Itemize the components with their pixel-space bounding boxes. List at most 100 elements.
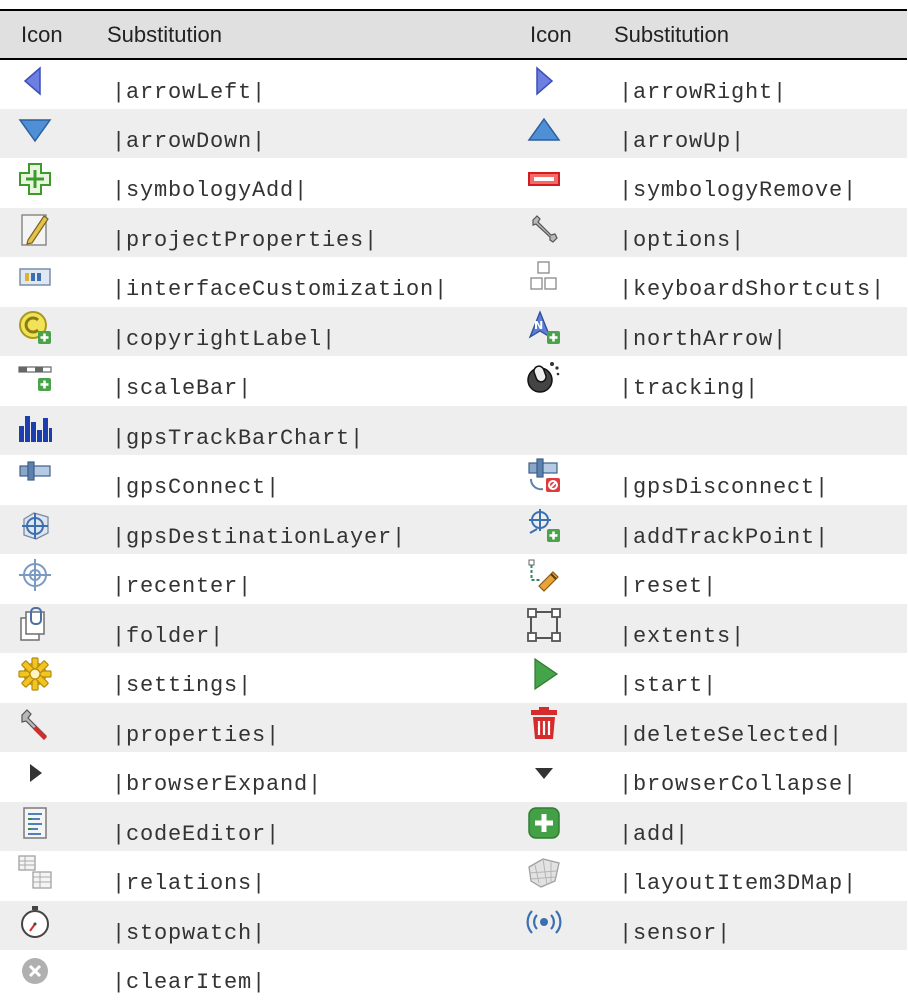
- sensor-icon: [525, 903, 563, 941]
- gps-connect-icon: [16, 457, 54, 495]
- icon-cell: [0, 356, 91, 406]
- symbology-add-icon: [16, 160, 54, 198]
- substitution-table: Icon Substitution Icon Substitution |arr…: [0, 9, 907, 1000]
- gps-destination-layer-icon: [16, 507, 54, 545]
- scale-bar-icon: [16, 358, 54, 396]
- icon-cell: [509, 703, 598, 753]
- icon-cell: [0, 851, 91, 901]
- substitution-cell: |scaleBar|: [91, 356, 509, 406]
- substitution-cell: |gpsDestinationLayer|: [91, 505, 509, 555]
- substitution-cell: |projectProperties|: [91, 208, 509, 258]
- substitution-code: |clearItem|: [112, 970, 267, 995]
- substitution-cell: |keyboardShortcuts|: [598, 257, 907, 307]
- icon-cell: [509, 604, 598, 654]
- substitution-cell: |relations|: [91, 851, 509, 901]
- icon-cell: [509, 59, 598, 109]
- project-properties-icon: [16, 210, 54, 248]
- substitution-cell: |gpsTrackBarChart|: [91, 406, 509, 456]
- substitution-cell: |deleteSelected|: [598, 703, 907, 753]
- substitution-code: |scaleBar|: [112, 376, 253, 401]
- substitution-cell: |reset|: [598, 554, 907, 604]
- substitution-cell: |copyrightLabel|: [91, 307, 509, 357]
- substitution-code: |arrowRight|: [619, 80, 788, 105]
- substitution-cell: [598, 406, 907, 456]
- table-row: |copyrightLabel| N |northArrow|: [0, 306, 907, 357]
- folder-icon: [16, 606, 54, 644]
- substitution-code: |browserExpand|: [112, 772, 323, 797]
- substitution-code: |symbologyAdd|: [112, 178, 309, 203]
- table-row: |folder| |extents|: [0, 603, 907, 654]
- table-row: |codeEditor| |add|: [0, 801, 907, 852]
- icon-cell: [0, 109, 91, 159]
- tracking-icon: [525, 358, 563, 396]
- table-row: |recenter| |reset|: [0, 554, 907, 604]
- stopwatch-icon: [16, 903, 54, 941]
- substitution-code: |extents|: [619, 623, 746, 649]
- substitution-code: |reset|: [619, 574, 718, 599]
- header-icon-left: Icon: [21, 21, 63, 47]
- substitution-code: |recenter|: [112, 574, 253, 599]
- icon-cell: [0, 554, 91, 604]
- substitution-cell: |arrowUp|: [598, 109, 907, 159]
- substitution-code: |start|: [619, 673, 718, 698]
- substitution-cell: |codeEditor|: [91, 802, 509, 852]
- icon-cell: [509, 257, 598, 307]
- icon-cell: [509, 851, 598, 901]
- table-row: |gpsTrackBarChart|: [0, 405, 907, 456]
- icon-cell: [0, 752, 91, 802]
- substitution-code: |gpsDestinationLayer|: [112, 524, 407, 550]
- icon-cell: [509, 901, 598, 951]
- north-arrow-icon: N: [525, 309, 563, 347]
- icon-cell: [0, 703, 91, 753]
- icon-cell: [509, 752, 598, 802]
- substitution-cell: |tracking|: [598, 356, 907, 406]
- substitution-code: |arrowUp|: [619, 128, 746, 154]
- substitution-cell: |properties|: [91, 703, 509, 753]
- gps-track-bar-chart-icon: [16, 408, 54, 446]
- substitution-code: |browserCollapse|: [619, 772, 858, 797]
- icon-cell: [0, 59, 91, 109]
- substitution-code: |stopwatch|: [112, 920, 267, 946]
- icon-cell: [0, 604, 91, 654]
- substitution-cell: |settings|: [91, 653, 509, 703]
- substitution-code: |options|: [619, 227, 746, 253]
- substitution-cell: |addTrackPoint|: [598, 505, 907, 555]
- table-row: |gpsDestinationLayer| |addTrackPoint|: [0, 504, 907, 555]
- icon-cell: [0, 307, 91, 357]
- substitution-cell: |symbologyAdd|: [91, 158, 509, 208]
- table-row: |arrowDown| |arrowUp|: [0, 108, 907, 159]
- recenter-icon: [16, 556, 54, 594]
- substitution-cell: |folder|: [91, 604, 509, 654]
- substitution-code: |arrowLeft|: [112, 80, 267, 105]
- gps-disconnect-icon: [525, 457, 563, 495]
- substitution-code: |add|: [619, 821, 690, 847]
- substitution-cell: |add|: [598, 802, 907, 852]
- add-icon: [525, 804, 563, 842]
- icon-cell: [509, 109, 598, 159]
- substitution-code: |gpsTrackBarChart|: [112, 425, 365, 451]
- table-row: |arrowLeft| |arrowRight|: [0, 59, 907, 109]
- table-row: |browserExpand| |browserCollapse|: [0, 752, 907, 802]
- arrow-right-icon: [525, 62, 563, 100]
- substitution-cell: [598, 950, 907, 1000]
- icon-cell: [0, 802, 91, 852]
- keyboard-shortcuts-icon: [525, 259, 563, 297]
- substitution-cell: |clearItem|: [91, 950, 509, 1000]
- substitution-code: |gpsDisconnect|: [619, 475, 830, 500]
- substitution-code: |folder|: [112, 623, 225, 649]
- substitution-cell: |start|: [598, 653, 907, 703]
- delete-selected-icon: [525, 705, 563, 743]
- substitution-cell: |northArrow|: [598, 307, 907, 357]
- icon-cell: [509, 802, 598, 852]
- arrow-down-icon: [16, 111, 54, 149]
- substitution-code: |gpsConnect|: [112, 475, 281, 500]
- substitution-code: |arrowDown|: [112, 128, 267, 154]
- substitution-code: |sensor|: [619, 920, 732, 946]
- icon-cell: [509, 505, 598, 555]
- substitution-cell: |browserCollapse|: [598, 752, 907, 802]
- substitution-code: |codeEditor|: [112, 821, 281, 847]
- table-row: |stopwatch| |sensor|: [0, 900, 907, 951]
- substitution-code: |keyboardShortcuts|: [619, 277, 886, 302]
- icon-cell: [509, 208, 598, 258]
- substitution-code: |copyrightLabel|: [112, 326, 337, 352]
